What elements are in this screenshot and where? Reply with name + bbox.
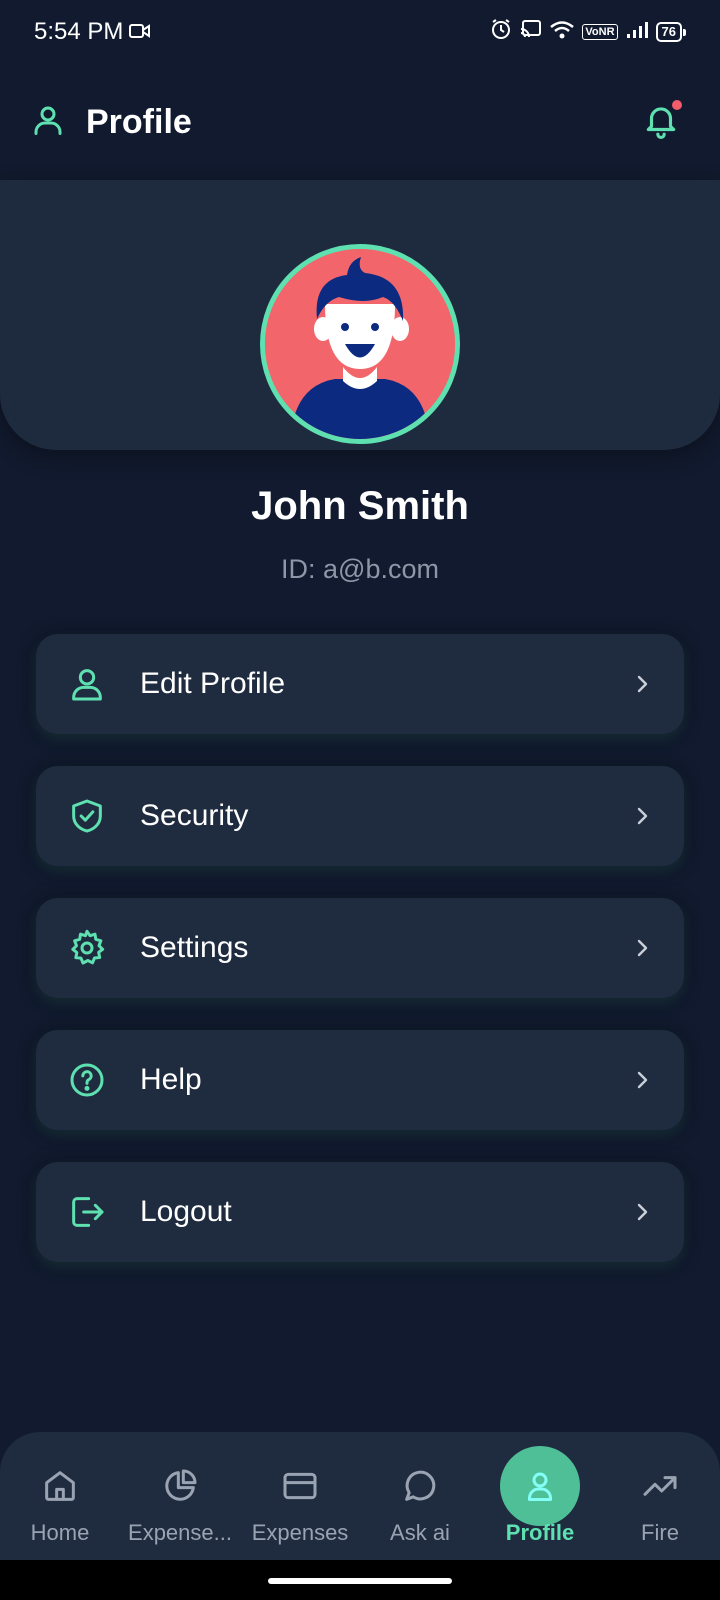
bottom-nav: Home Expense... Expenses Ask ai Profile … bbox=[0, 1432, 720, 1560]
video-camera-icon bbox=[129, 18, 151, 46]
user-name: John Smith bbox=[251, 484, 469, 528]
menu-item-logout[interactable]: Logout bbox=[36, 1162, 684, 1262]
status-left: 5:54 PM bbox=[34, 18, 151, 46]
logout-icon bbox=[66, 1191, 108, 1233]
chat-icon bbox=[380, 1446, 460, 1526]
battery-icon: 76 bbox=[655, 22, 686, 42]
pie-chart-icon bbox=[140, 1446, 220, 1526]
nav-item-fire[interactable]: Fire bbox=[600, 1432, 720, 1560]
user-icon bbox=[30, 102, 66, 143]
nav-label: Expenses bbox=[251, 1520, 349, 1545]
user-id: ID: a@b.com bbox=[281, 554, 439, 584]
status-bar: 5:54 PM VoNR 76 bbox=[0, 0, 720, 64]
shield-check-icon bbox=[66, 795, 108, 837]
network-type-badge: VoNR bbox=[582, 24, 618, 40]
system-navigation-area bbox=[0, 1560, 720, 1600]
nav-item-expense-chart[interactable]: Expense... bbox=[120, 1432, 240, 1560]
cast-icon bbox=[520, 18, 542, 46]
nav-item-home[interactable]: Home bbox=[0, 1432, 120, 1560]
gear-icon bbox=[66, 927, 108, 969]
nav-label: Profile bbox=[505, 1520, 575, 1545]
menu-label: Edit Profile bbox=[140, 667, 286, 700]
nav-label: Home bbox=[30, 1520, 90, 1545]
nav-item-expenses[interactable]: Expenses bbox=[240, 1432, 360, 1560]
status-time: 5:54 PM bbox=[34, 18, 124, 45]
menu-item-edit-profile[interactable]: Edit Profile bbox=[36, 634, 684, 734]
credit-card-icon bbox=[260, 1446, 340, 1526]
avatar bbox=[260, 244, 460, 444]
trending-up-icon bbox=[620, 1446, 700, 1526]
wifi-icon bbox=[550, 18, 575, 46]
menu-label: Settings bbox=[140, 931, 249, 964]
help-circle-icon bbox=[66, 1059, 108, 1101]
chevron-right-icon bbox=[630, 1068, 654, 1092]
nav-item-profile[interactable]: Profile bbox=[480, 1432, 600, 1560]
page-title: Profile bbox=[86, 102, 192, 141]
app-header: Profile bbox=[0, 64, 720, 180]
chevron-right-icon bbox=[630, 1200, 654, 1224]
nav-label: Ask ai bbox=[390, 1520, 450, 1545]
chevron-right-icon bbox=[630, 672, 654, 696]
chevron-right-icon bbox=[630, 804, 654, 828]
notifications-button[interactable] bbox=[642, 100, 682, 145]
nav-label: Expense... bbox=[128, 1520, 232, 1545]
alarm-icon bbox=[490, 18, 512, 47]
user-icon bbox=[66, 663, 108, 705]
chevron-right-icon bbox=[630, 936, 654, 960]
battery-level: 76 bbox=[655, 22, 682, 42]
signal-icon bbox=[626, 18, 648, 46]
menu-item-settings[interactable]: Settings bbox=[36, 898, 684, 998]
menu-label: Help bbox=[140, 1063, 202, 1096]
menu-label: Security bbox=[140, 799, 249, 832]
home-icon bbox=[20, 1446, 100, 1526]
status-right: VoNR 76 bbox=[490, 18, 686, 47]
menu-item-security[interactable]: Security bbox=[36, 766, 684, 866]
nav-item-ask-ai[interactable]: Ask ai bbox=[360, 1432, 480, 1560]
home-gesture-bar[interactable] bbox=[268, 1578, 452, 1584]
user-icon bbox=[500, 1446, 580, 1526]
nav-label: Fire bbox=[641, 1520, 679, 1545]
menu-label: Logout bbox=[140, 1195, 232, 1228]
notification-dot bbox=[672, 100, 682, 110]
menu-item-help[interactable]: Help bbox=[36, 1030, 684, 1130]
